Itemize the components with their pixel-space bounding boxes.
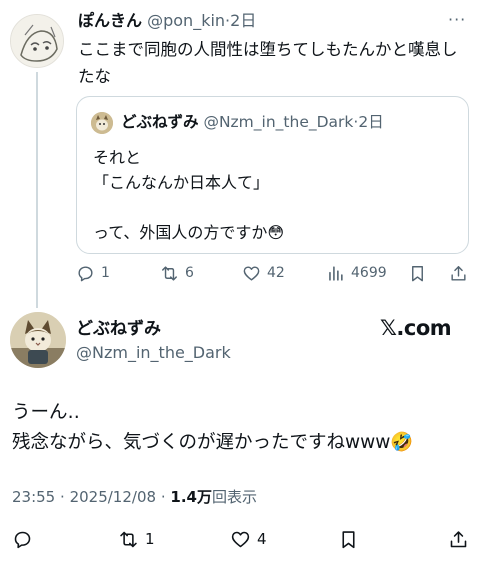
views-count: 4699: [351, 265, 387, 281]
bookmark-icon: [412, 265, 423, 281]
avatar[interactable]: [10, 14, 64, 68]
separator: ·: [160, 488, 166, 506]
heart-icon: [243, 265, 260, 281]
share-button[interactable]: [448, 526, 469, 552]
parent-tweet-header: ぽんきん @pon_kin·2日: [78, 10, 256, 32]
like-count: 42: [267, 265, 285, 281]
quote-handle: @Nzm_in_the_Dark: [203, 113, 354, 131]
x-logo-icon: 𝕏.com: [380, 316, 452, 340]
quote-timestamp: 2日: [358, 113, 384, 131]
separator: ·: [60, 488, 65, 506]
views-button[interactable]: 4699: [326, 260, 387, 286]
bookmark-button[interactable]: [408, 260, 427, 286]
quote-display-name: どぶねずみ: [121, 113, 199, 131]
reply-button[interactable]: 1: [76, 260, 110, 286]
tweet-text: うーん‥ 残念ながら、気づくのが遅かったですねwww🤣: [12, 402, 414, 453]
parent-action-bar: 1 6 42 4699: [76, 260, 471, 286]
bookmark-button[interactable]: [338, 526, 359, 552]
retweet-button[interactable]: 6: [160, 260, 194, 286]
share-button[interactable]: [449, 260, 468, 286]
thread-connector-line: [36, 72, 38, 308]
date[interactable]: 2025/12/08: [70, 488, 156, 506]
timestamp[interactable]: 2日: [230, 11, 256, 30]
retweet-icon: [120, 531, 137, 547]
bookmark-icon: [342, 530, 355, 548]
share-icon: [450, 530, 467, 547]
reply-count: 1: [101, 265, 110, 281]
display-name[interactable]: ぽんきん: [78, 11, 142, 30]
timestamp[interactable]: 23:55: [12, 488, 55, 506]
cat-avatar-icon: [91, 112, 113, 134]
tweet-metadata: 23:55 · 2025/12/08 · 1.4万回表示: [12, 486, 257, 507]
retweet-button[interactable]: 1: [118, 526, 155, 552]
share-icon: [451, 265, 466, 281]
views-label: 回表示: [211, 488, 257, 506]
handle[interactable]: @pon_kin: [147, 11, 225, 30]
heart-icon: [231, 531, 250, 547]
display-name[interactable]: どぶねずみ: [76, 318, 161, 340]
like-button[interactable]: 4: [230, 526, 267, 552]
avatar[interactable]: [10, 312, 66, 368]
views-chart-icon: [329, 265, 343, 281]
views-count: 1.4万: [170, 488, 212, 506]
more-options-button[interactable]: ···: [448, 10, 466, 29]
like-button[interactable]: 42: [242, 260, 285, 286]
quote-avatar: [91, 112, 113, 134]
retweet-count: 6: [185, 265, 194, 281]
like-count: 4: [257, 530, 267, 548]
quote-text: それと 「こんなんか日本人て」 って、外国人の方ですか😳: [93, 148, 285, 242]
sketch-avatar-icon: [11, 15, 63, 67]
retweet-count: 1: [145, 530, 155, 548]
reply-button[interactable]: [12, 526, 39, 552]
reply-icon: [14, 531, 31, 548]
tweet-text: ここまで同胞の人間性は堕ちてしもたんかと嘆息したな: [78, 40, 458, 86]
retweet-icon: [162, 265, 177, 281]
cat-avatar-icon: [10, 312, 66, 368]
main-action-bar: 1 4: [12, 526, 468, 552]
reply-icon: [78, 265, 93, 281]
handle[interactable]: @Nzm_in_the_Dark: [76, 342, 231, 364]
quoted-tweet-card[interactable]: どぶねずみ @Nzm_in_the_Dark·2日 それと 「こんなんか日本人て…: [76, 96, 469, 254]
quote-header: どぶねずみ @Nzm_in_the_Dark·2日: [121, 111, 384, 133]
